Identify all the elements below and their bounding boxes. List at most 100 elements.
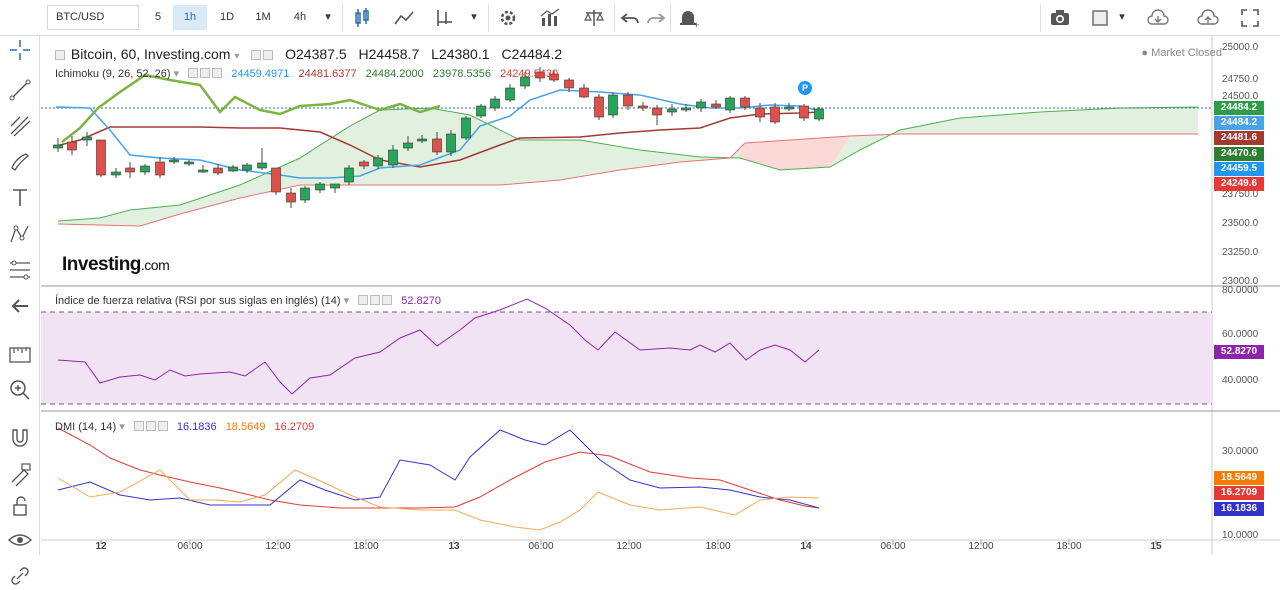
fib-retracement-icon[interactable] xyxy=(6,256,34,284)
interval-1d[interactable]: 1D xyxy=(210,5,244,30)
dmi-eye-icon[interactable] xyxy=(133,421,144,431)
time-axis-label: 12:00 xyxy=(968,541,994,552)
dmi-plus-value: 16.1836 xyxy=(176,421,217,433)
candle-body xyxy=(271,167,281,193)
candle-body xyxy=(67,141,77,151)
candle-body xyxy=(490,98,500,109)
candle-body xyxy=(359,161,369,167)
candle-body xyxy=(330,183,340,189)
candle-body xyxy=(432,138,442,153)
candle-body xyxy=(300,187,310,201)
symbol-input[interactable]: BTC/USD xyxy=(47,5,139,30)
title-dropdown-icon[interactable]: ▾ xyxy=(234,51,239,62)
candle-body xyxy=(594,96,604,118)
trend-line-icon[interactable] xyxy=(6,76,34,104)
p-badge[interactable]: P xyxy=(798,81,812,95)
price-tag-tenkan: 24484.2 xyxy=(1214,116,1264,130)
redo-icon[interactable] xyxy=(644,6,668,30)
time-axis-label: 18:00 xyxy=(353,541,379,552)
rsi-value: 52.8270 xyxy=(401,295,442,307)
rsi-tag: 52.8270 xyxy=(1214,345,1264,359)
candle-body xyxy=(417,138,427,142)
rsi-band-fill xyxy=(41,312,1212,404)
template-square-icon[interactable] xyxy=(1088,6,1112,30)
chikou-value: 24484.2000 xyxy=(365,68,424,80)
line-chart-icon[interactable] xyxy=(392,6,416,30)
fullscreen-icon[interactable] xyxy=(1238,6,1262,30)
balance-scale-icon[interactable] xyxy=(582,6,606,30)
dmi-settings-icon[interactable] xyxy=(145,421,156,431)
time-axis-label: 12:00 xyxy=(616,541,642,552)
unlock-icon[interactable] xyxy=(6,492,34,520)
alert-bell-icon[interactable]: + xyxy=(676,6,700,30)
candle-body xyxy=(344,167,354,183)
candles-icon[interactable] xyxy=(350,6,374,30)
ichimoku-settings-icon[interactable] xyxy=(200,68,211,78)
crosshair-icon[interactable] xyxy=(6,36,34,64)
investing-logo: Investing.com xyxy=(62,254,170,275)
price-tag-senkou-a: 24470.6 xyxy=(1214,147,1264,161)
dmi-remove-icon[interactable] xyxy=(157,421,168,431)
market-status: ● Market Closed xyxy=(1141,47,1222,59)
candle-body xyxy=(403,142,413,149)
interval-5[interactable]: 5 xyxy=(144,5,172,30)
ruler-icon[interactable] xyxy=(6,340,34,368)
back-arrow-icon[interactable] xyxy=(6,292,34,320)
svg-text:+: + xyxy=(694,20,699,30)
time-axis-label: 18:00 xyxy=(705,541,731,552)
rsi-eye-icon[interactable] xyxy=(358,295,369,305)
rsi-label: Índice de fuerza relativa (RSI por sus s… xyxy=(55,295,341,307)
price-axis-label: 23500.0 xyxy=(1222,218,1259,229)
candle-body xyxy=(740,97,750,108)
candle-body xyxy=(184,161,194,165)
candle-body xyxy=(257,162,267,169)
candle-body xyxy=(681,107,691,111)
lock-drawings-icon[interactable] xyxy=(6,460,34,488)
candle-body xyxy=(652,107,662,116)
interval-dropdown-icon[interactable]: ▾ xyxy=(318,5,338,30)
pattern-icon[interactable] xyxy=(6,220,34,248)
candle-body xyxy=(814,108,824,120)
price-axis-label: 23250.0 xyxy=(1222,247,1259,258)
dmi-axis-label: 10.0000 xyxy=(1222,530,1259,541)
candle-body xyxy=(725,97,735,111)
collapse-icon[interactable] xyxy=(55,50,65,60)
candle-body xyxy=(579,87,589,98)
interval-1m[interactable]: 1M xyxy=(246,5,280,30)
interval-4h[interactable]: 4h xyxy=(283,5,317,30)
settings-gear-icon[interactable] xyxy=(496,6,520,30)
price-tag-senkou-b: 24249.6 xyxy=(1214,177,1264,191)
brush-icon[interactable] xyxy=(6,148,34,176)
rsi-remove-icon[interactable] xyxy=(382,295,393,305)
undo-icon[interactable] xyxy=(618,6,642,30)
candle-body xyxy=(623,94,633,107)
dmi-tag-plus: 16.1836 xyxy=(1214,502,1264,516)
cloud-download-icon[interactable] xyxy=(1146,6,1170,30)
eye-toggle-icon[interactable] xyxy=(251,50,262,60)
time-axis-label: 15 xyxy=(1150,541,1162,552)
rsi-settings-icon[interactable] xyxy=(370,295,381,305)
eye-icon[interactable] xyxy=(6,526,34,554)
candle-body xyxy=(667,108,677,113)
template-dropdown-icon[interactable]: ▾ xyxy=(1112,5,1132,30)
time-axis-label: 06:00 xyxy=(177,541,203,552)
ichimoku-eye-icon[interactable] xyxy=(188,68,199,78)
compare-bars-icon[interactable] xyxy=(538,6,562,30)
indicators-dropdown-icon[interactable]: ▾ xyxy=(464,5,484,30)
ichimoku-remove-icon[interactable] xyxy=(212,68,223,78)
ohlc-low: L24380.1 xyxy=(431,46,490,62)
zoom-in-icon[interactable] xyxy=(6,376,34,404)
candle-body xyxy=(711,103,721,108)
pitchfork-icon[interactable] xyxy=(6,112,34,140)
magnet-icon[interactable] xyxy=(6,424,34,452)
text-tool-icon[interactable] xyxy=(6,184,34,212)
candle-body xyxy=(799,105,809,119)
cloud-upload-icon[interactable] xyxy=(1196,6,1220,30)
indicators-icon[interactable] xyxy=(432,6,456,30)
settings-mini-icon[interactable] xyxy=(263,50,274,60)
interval-1h[interactable]: 1h xyxy=(173,5,207,30)
camera-icon[interactable] xyxy=(1048,6,1072,30)
link-icon[interactable] xyxy=(6,562,34,590)
dmi-legend: DMI (14, 14) ▾ 16.1836 18.5649 16.2709 xyxy=(55,421,315,433)
main-legend: Bitcoin, 60, Investing.com ▾ O24387.5 H2… xyxy=(55,46,562,62)
